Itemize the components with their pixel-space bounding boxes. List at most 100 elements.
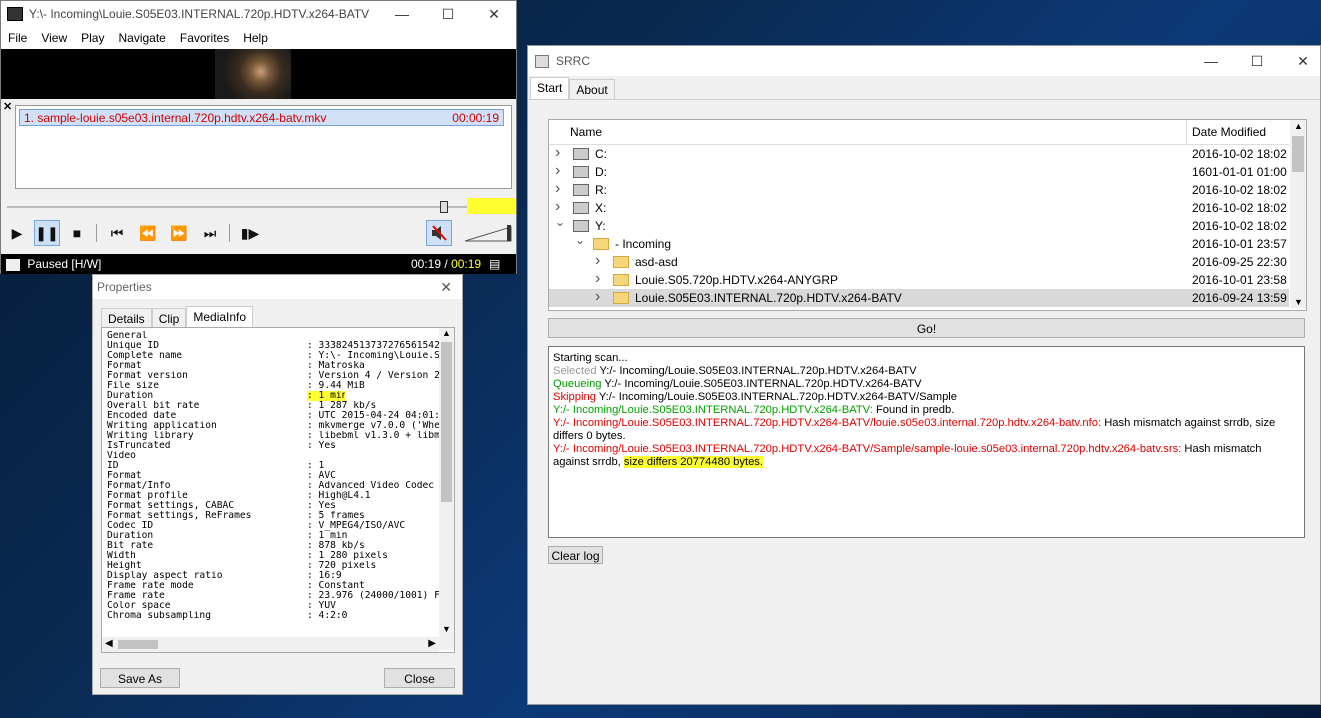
mediainfo-row: Format version: Version 4 / Version 2 xyxy=(102,371,454,381)
playlist-close-icon[interactable]: ✕ xyxy=(3,100,12,113)
tree-row[interactable]: ⌄ - Incoming 2016-10-01 23:57 xyxy=(549,233,1289,253)
tree-row[interactable]: › X: 2016-10-02 18:02 xyxy=(549,198,1289,217)
expand-arrow-icon[interactable]: › xyxy=(595,252,600,270)
tree-item-date: 2016-09-24 13:59 xyxy=(1192,291,1287,305)
close-dialog-button[interactable]: Close xyxy=(384,668,455,688)
next-button[interactable]: ⏭ xyxy=(197,220,223,246)
mpc-app-icon xyxy=(7,7,23,21)
mediainfo-value: : 333824513737276561542 xyxy=(307,341,440,351)
vertical-scrollbar[interactable]: ▲ ▼ xyxy=(439,328,454,650)
column-date-modified[interactable]: Date Modified xyxy=(1192,125,1266,139)
tree-scroll-up-icon[interactable]: ▲ xyxy=(1294,121,1303,131)
menu-play[interactable]: Play xyxy=(74,31,111,45)
mediainfo-value: : 878 kb/s xyxy=(307,541,365,551)
menu-view[interactable]: View xyxy=(34,31,74,45)
srrc-minimize-button[interactable]: — xyxy=(1188,48,1234,74)
playlist-item[interactable]: 1. sample-louie.s05e03.internal.720p.hdt… xyxy=(19,109,504,126)
tree-scroll-thumb[interactable] xyxy=(1292,136,1304,172)
scroll-left-icon[interactable]: ◀ xyxy=(105,638,113,649)
log-output[interactable]: Starting scan... Selected Y:/- Incoming/… xyxy=(548,346,1305,538)
volume-slider[interactable] xyxy=(463,223,514,243)
expand-arrow-icon[interactable]: › xyxy=(555,180,560,198)
properties-close-icon[interactable]: ✕ xyxy=(440,275,452,299)
pause-button[interactable]: ❚❚ xyxy=(34,220,60,246)
go-button[interactable]: Go! xyxy=(548,318,1305,338)
mediainfo-value: : Yes xyxy=(307,441,336,451)
maximize-button[interactable]: ☐ xyxy=(425,1,471,27)
mediainfo-key: Chroma subsampling xyxy=(107,611,211,621)
tree-scrollbar[interactable]: ▲ ▼ xyxy=(1290,120,1306,308)
tree-row[interactable]: › Louie.S05E03.INTERNAL.720p.HDTV.x264-BA… xyxy=(549,288,1289,307)
srrc-maximize-button[interactable]: ☐ xyxy=(1234,48,1280,74)
scroll-right-icon[interactable]: ▶ xyxy=(428,638,436,649)
srrc-close-button[interactable]: ✕ xyxy=(1280,48,1321,74)
rewind-button[interactable]: ⏪ xyxy=(135,220,161,246)
tree-row[interactable]: › C: 2016-10-02 18:02 xyxy=(549,144,1289,163)
seek-bar[interactable] xyxy=(7,206,467,208)
tab-about[interactable]: About xyxy=(569,79,615,99)
mediainfo-row: Complete name: Y:\- Incoming\Louie.S( xyxy=(102,351,454,361)
expand-arrow-icon[interactable]: › xyxy=(595,288,600,306)
mediainfo-value: : UTC 2015-04-24 04:01:1 xyxy=(307,411,446,421)
clear-log-button[interactable]: Clear log xyxy=(548,546,603,564)
tree-row[interactable]: › R: 2016-10-02 18:02 xyxy=(549,180,1289,199)
menu-navigate[interactable]: Navigate xyxy=(111,31,172,45)
mediainfo-key: Bit rate xyxy=(107,541,154,551)
mediainfo-row: IsTruncated: Yes xyxy=(102,441,454,451)
mediainfo-row: Encoded date: UTC 2015-04-24 04:01:1 xyxy=(102,411,454,421)
mediainfo-key: Writing application xyxy=(107,421,217,431)
mediainfo-value: : 1 min xyxy=(307,531,348,541)
close-button[interactable]: ✕ xyxy=(471,1,517,27)
tree-item-name: Louie.S05E03.INTERNAL.720p.HDTV.x264-BAT… xyxy=(635,291,902,305)
time-current: 00:19 xyxy=(411,257,442,271)
menu-favorites[interactable]: Favorites xyxy=(173,31,236,45)
video-area[interactable] xyxy=(1,49,516,99)
log-line: Y:/- Incoming/Louie.S05E03.INTERNAL.720p… xyxy=(553,404,955,416)
properties-tabs: Details Clip MediaInfo xyxy=(101,306,254,328)
mediainfo-row: Format profile: High@L4.1 xyxy=(102,491,454,501)
mediainfo-row: Format settings, CABAC: Yes xyxy=(102,501,454,511)
tab-mediainfo[interactable]: MediaInfo xyxy=(186,306,254,328)
expand-arrow-icon[interactable]: › xyxy=(595,270,600,288)
properties-titlebar: Properties ✕ xyxy=(93,275,462,299)
frame-step-button[interactable]: ▮▶ xyxy=(237,220,263,246)
tree-scroll-down-icon[interactable]: ▼ xyxy=(1294,297,1303,307)
tree-row[interactable]: › Louie.S05.720p.HDTV.x264-ANYGRP 2016-10-… xyxy=(549,270,1289,289)
mediainfo-value: : Matroska xyxy=(307,361,365,371)
minimize-button[interactable]: — xyxy=(379,1,425,27)
play-button[interactable]: ▶ xyxy=(4,220,30,246)
tab-clip[interactable]: Clip xyxy=(151,308,187,328)
horizontal-scrollbar[interactable]: ◀ ▶ xyxy=(102,637,439,652)
mediainfo-text[interactable]: General Unique ID: 333824513737276561542 C… xyxy=(101,327,455,653)
scroll-down-icon[interactable]: ▼ xyxy=(442,624,451,634)
tree-row[interactable]: ⌄ Y: 2016-10-02 18:02 xyxy=(549,215,1289,235)
cdrom-icon xyxy=(573,166,589,178)
tree-row[interactable]: › asd-asd 2016-09-25 22:30 xyxy=(549,252,1289,271)
hscroll-thumb[interactable] xyxy=(118,640,158,649)
column-name[interactable]: Name xyxy=(570,125,602,139)
scroll-thumb[interactable] xyxy=(441,342,452,502)
file-tree[interactable]: Name Date Modified › C: 2016-10-02 18:02 › D… xyxy=(548,119,1307,311)
tab-details[interactable]: Details xyxy=(101,308,152,328)
tree-row[interactable]: › D: 1601-01-01 01:00 xyxy=(549,162,1289,181)
size-differs-highlight: size differs 20774480 bytes. xyxy=(623,456,763,468)
previous-button[interactable]: ⏮ xyxy=(104,220,130,246)
expand-arrow-icon[interactable]: › xyxy=(555,144,560,162)
menu-file[interactable]: File xyxy=(1,31,34,45)
save-as-button[interactable]: Save As xyxy=(100,668,180,688)
stop-button[interactable]: ■ xyxy=(64,220,90,246)
collapse-arrow-icon[interactable]: ⌄ xyxy=(575,231,585,249)
mediainfo-row: Frame rate: 23.976 (24000/1001) FP xyxy=(102,591,454,601)
collapse-arrow-icon[interactable]: ⌄ xyxy=(555,213,565,231)
mediainfo-row: ID: 1 xyxy=(102,461,454,471)
tree-item-date: 2016-10-01 23:57 xyxy=(1192,237,1287,251)
mute-button[interactable] xyxy=(426,220,452,246)
expand-arrow-icon[interactable]: › xyxy=(555,162,560,180)
mediainfo-key: Width xyxy=(107,551,136,561)
mediainfo-row: Writing application: mkvmerge v7.0.0 ('W… xyxy=(102,421,454,431)
tab-start[interactable]: Start xyxy=(530,77,570,99)
scroll-up-icon[interactable]: ▲ xyxy=(442,328,451,338)
menu-help[interactable]: Help xyxy=(236,31,275,45)
forward-button[interactable]: ⏩ xyxy=(166,220,192,246)
seek-thumb[interactable] xyxy=(440,201,448,213)
